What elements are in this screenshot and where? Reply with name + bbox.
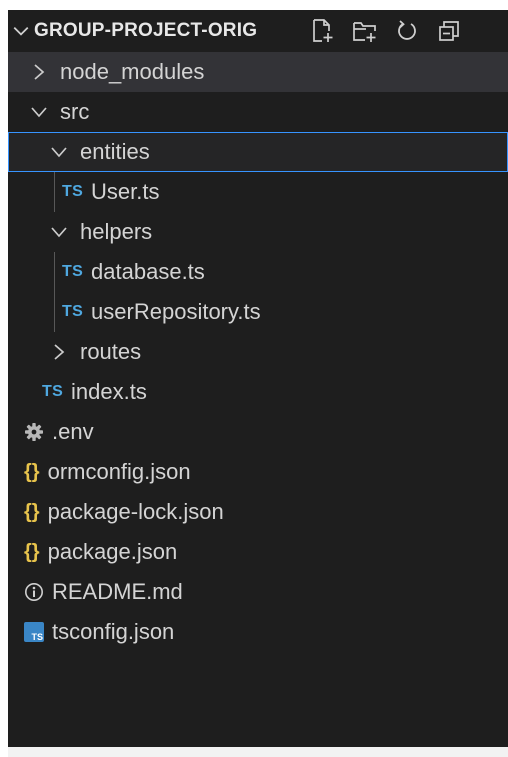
tree-file-readme-md[interactable]: README.md <box>8 572 508 612</box>
chevron-down-icon[interactable] <box>8 22 34 40</box>
indent-guide <box>54 172 55 212</box>
tree-label: README.md <box>52 579 183 604</box>
tree-label: userRepository.ts <box>91 299 261 324</box>
indent-guide <box>54 292 55 332</box>
tree-folder-entities[interactable]: entities <box>8 132 508 172</box>
tree-label: src <box>60 99 90 124</box>
tree-file-index-ts[interactable]: TS index.ts <box>8 372 508 412</box>
new-file-icon[interactable] <box>308 16 338 46</box>
tree-file-tsconfig-json[interactable]: TS tsconfig.json <box>8 612 508 652</box>
typescript-file-icon: TS <box>62 183 84 200</box>
tree-file-env[interactable]: .env <box>8 412 508 452</box>
json-file-icon: {} <box>24 460 40 483</box>
indent-guide <box>54 252 55 292</box>
tree-label: entities <box>80 139 150 164</box>
tree-file-ormconfig-json[interactable]: {} ormconfig.json <box>8 452 508 492</box>
tree-folder-src[interactable]: src <box>8 92 508 132</box>
workspace-title[interactable]: GROUP-PROJECT-ORIG <box>34 20 257 42</box>
tsconfig-icon-text: TS <box>31 632 43 642</box>
json-file-icon: {} <box>24 500 40 523</box>
tree-label: index.ts <box>71 379 147 404</box>
tree-label: ormconfig.json <box>47 459 191 484</box>
tree-file-user-repository-ts[interactable]: TS userRepository.ts <box>8 292 508 332</box>
tree-label: package-lock.json <box>47 499 224 524</box>
chevron-right-icon <box>48 341 70 363</box>
chevron-down-icon <box>48 221 70 243</box>
tree-folder-routes[interactable]: routes <box>8 332 508 372</box>
tree-label: routes <box>80 339 142 364</box>
new-folder-icon[interactable] <box>350 16 380 46</box>
chevron-down-icon <box>28 101 50 123</box>
explorer-header[interactable]: GROUP-PROJECT-ORIG <box>8 10 508 52</box>
gear-icon <box>24 422 44 442</box>
chevron-down-icon <box>48 141 70 163</box>
info-icon <box>24 582 44 602</box>
tree-folder-node-modules[interactable]: node_modules <box>8 52 508 92</box>
tree-label: package.json <box>47 539 178 564</box>
tree-file-user-ts[interactable]: TS User.ts <box>8 172 508 212</box>
typescript-file-icon: TS <box>62 303 84 320</box>
tree-folder-helpers[interactable]: helpers <box>8 212 508 252</box>
tree-label: node_modules <box>60 59 205 84</box>
tree-label: tsconfig.json <box>52 619 175 644</box>
explorer-panel: GROUP-PROJECT-ORIG node_modules src enti… <box>8 10 508 757</box>
refresh-icon[interactable] <box>392 16 422 46</box>
tree-label: .env <box>52 419 94 444</box>
json-file-icon: {} <box>24 540 40 563</box>
collapse-all-icon[interactable] <box>434 16 464 46</box>
typescript-file-icon: TS <box>42 383 64 400</box>
chevron-right-icon <box>28 61 50 83</box>
tree-label: database.ts <box>91 259 205 284</box>
tsconfig-file-icon: TS <box>24 622 44 642</box>
explorer-actions <box>308 16 464 46</box>
tree-label: User.ts <box>91 179 160 204</box>
tree-label: helpers <box>80 219 153 244</box>
bottom-strip <box>8 747 508 757</box>
tree-file-package-lock-json[interactable]: {} package-lock.json <box>8 492 508 532</box>
tree-file-package-json[interactable]: {} package.json <box>8 532 508 572</box>
tree-file-database-ts[interactable]: TS database.ts <box>8 252 508 292</box>
typescript-file-icon: TS <box>62 263 84 280</box>
